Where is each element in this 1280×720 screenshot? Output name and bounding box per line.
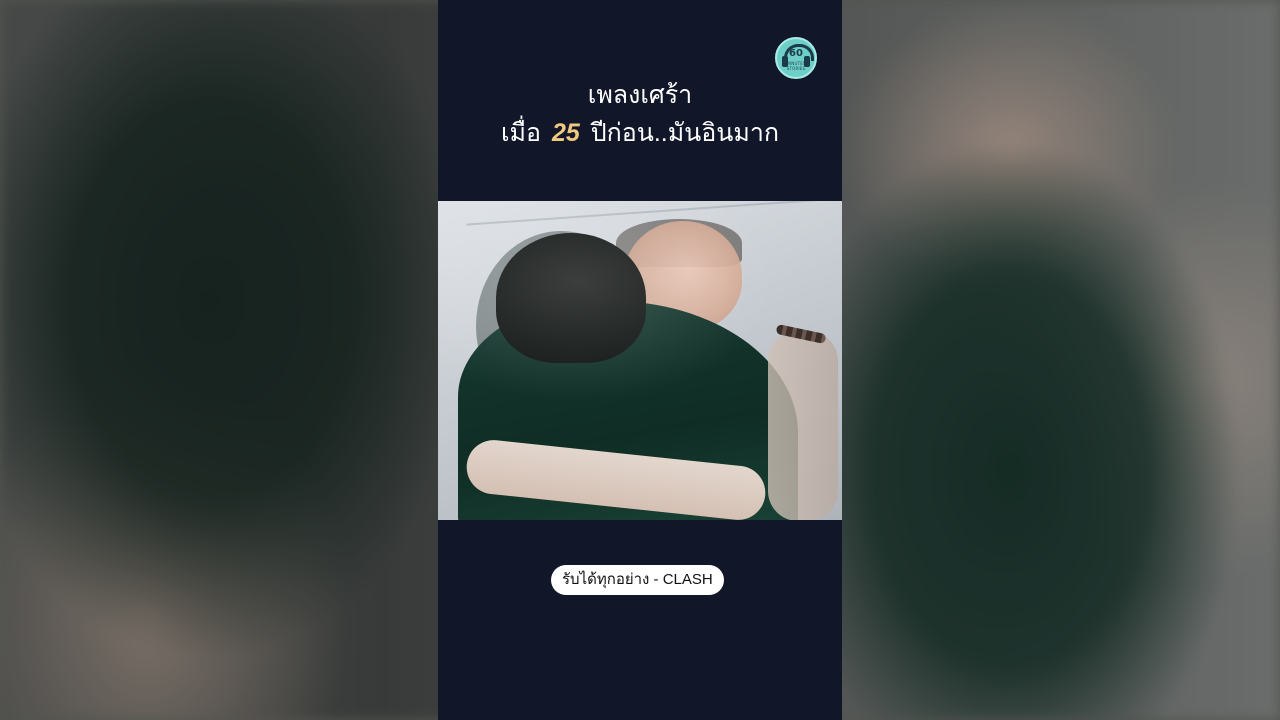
title-line-2-suffix: ปีก่อน..มันอินมาก bbox=[590, 119, 780, 147]
short-video-panel[interactable]: 60 MINUTES STORIES เพลงเศร้า เมื่อ 25 ปี… bbox=[438, 0, 842, 720]
video-frame[interactable] bbox=[438, 201, 842, 520]
video-title: เพลงเศร้า เมื่อ 25 ปีก่อน..มันอินมาก bbox=[438, 76, 842, 152]
song-caption-badge: รับได้ทุกอย่าง - CLASH bbox=[551, 565, 724, 595]
frame-overlay-glow bbox=[438, 201, 842, 520]
logo-tagline: MINUTES STORIES bbox=[786, 61, 806, 71]
logo-number: 60 bbox=[789, 48, 803, 59]
channel-logo[interactable]: 60 MINUTES STORIES bbox=[775, 37, 817, 79]
title-highlight-number: 25 bbox=[551, 119, 580, 147]
title-line-2-prefix: เมื่อ bbox=[500, 119, 541, 147]
title-line-2: เมื่อ 25 ปีก่อน..มันอินมาก bbox=[438, 114, 842, 152]
title-line-1: เพลงเศร้า bbox=[587, 81, 693, 109]
